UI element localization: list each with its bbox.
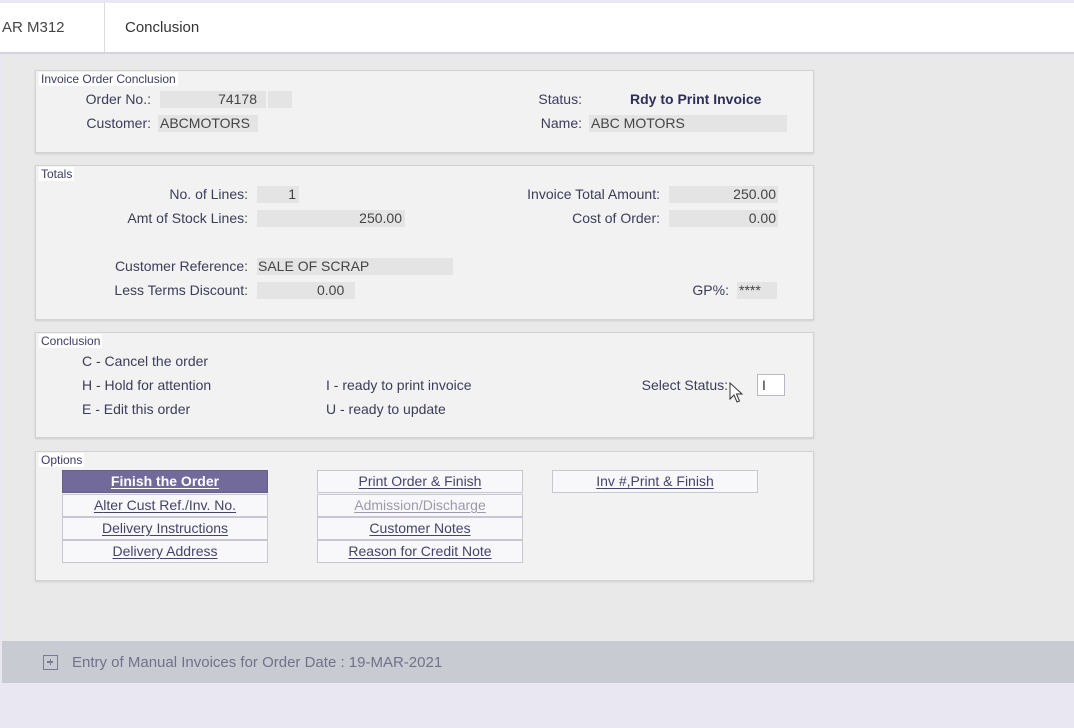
options-panel: Options Finish the Order Alter Cust Ref.… bbox=[35, 451, 814, 581]
top-bar: AR M312 Conclusion bbox=[0, 3, 1074, 54]
totals-legend: Totals bbox=[39, 167, 75, 181]
order-no-label: Order No.: bbox=[85, 91, 151, 107]
terms-discount-label: Less Terms Discount: bbox=[114, 282, 248, 298]
main-content: Invoice Order Conclusion Order No.: 7417… bbox=[2, 56, 1074, 641]
admission-discharge-button[interactable]: Admission/Discharge bbox=[317, 494, 523, 517]
customer-label: Customer: bbox=[86, 115, 151, 131]
delivery-address-button[interactable]: Delivery Address bbox=[62, 540, 268, 563]
order-no-field[interactable]: 74178 bbox=[160, 91, 266, 108]
name-field[interactable]: ABC MOTORS bbox=[589, 115, 787, 132]
customer-notes-button[interactable]: Customer Notes bbox=[317, 517, 523, 540]
gp-percent-field[interactable]: **** bbox=[737, 282, 777, 299]
cost-of-order-field[interactable]: 0.00 bbox=[669, 210, 778, 227]
totals-panel: Totals No. of Lines: 1 Amt of Stock Line… bbox=[35, 165, 814, 320]
invoice-total-field[interactable]: 250.00 bbox=[669, 186, 778, 203]
select-status-label: Select Status: bbox=[641, 377, 728, 393]
order-suffix-field[interactable] bbox=[268, 91, 292, 108]
conclusion-panel: Conclusion C - Cancel the order H - Hold… bbox=[35, 332, 814, 438]
footer-text: Entry of Manual Invoices for Order Date … bbox=[72, 653, 443, 671]
no-of-lines-label: No. of Lines: bbox=[169, 186, 248, 202]
stock-lines-label: Amt of Stock Lines: bbox=[127, 210, 248, 226]
cost-of-order-label: Cost of Order: bbox=[572, 210, 660, 226]
invoice-total-label: Invoice Total Amount: bbox=[527, 186, 660, 202]
customer-reference-label: Customer Reference: bbox=[114, 258, 248, 274]
page-title: Conclusion bbox=[125, 19, 200, 36]
conclusion-legend: Conclusion bbox=[39, 334, 103, 348]
screen-code: AR M312 bbox=[0, 3, 105, 52]
finish-order-button[interactable]: Finish the Order bbox=[62, 470, 268, 493]
stock-lines-field[interactable]: 250.00 bbox=[257, 210, 405, 227]
terms-discount-field[interactable]: 0.00 bbox=[257, 282, 355, 299]
customer-field[interactable]: ABCMOTORS bbox=[158, 115, 258, 132]
delivery-instructions-button[interactable]: Delivery Instructions bbox=[62, 517, 268, 540]
no-of-lines-field[interactable]: 1 bbox=[257, 186, 299, 203]
gp-percent-label: GP%: bbox=[692, 282, 729, 298]
customer-reference-field[interactable]: SALE OF SCRAP bbox=[257, 258, 453, 275]
invoice-order-legend: Invoice Order Conclusion bbox=[39, 72, 178, 86]
options-legend: Options bbox=[39, 453, 85, 467]
status-value: Rdy to Print Invoice bbox=[630, 91, 762, 107]
print-order-finish-button[interactable]: Print Order & Finish bbox=[317, 470, 523, 493]
status-label: Status: bbox=[538, 91, 582, 107]
inv-print-finish-button[interactable]: Inv #,Print & Finish bbox=[552, 470, 758, 493]
name-label: Name: bbox=[540, 115, 582, 131]
option-update-text: U - ready to update bbox=[326, 401, 446, 417]
option-edit-text: E - Edit this order bbox=[82, 401, 191, 417]
invoice-order-panel: Invoice Order Conclusion Order No.: 7417… bbox=[35, 70, 814, 153]
select-status-input[interactable]: I bbox=[757, 374, 785, 396]
plus-square-icon[interactable] bbox=[43, 654, 58, 670]
option-hold-text: H - Hold for attention bbox=[82, 377, 212, 393]
alter-cust-ref-button[interactable]: Alter Cust Ref./Inv. No. bbox=[62, 494, 268, 517]
option-cancel-text: C - Cancel the order bbox=[82, 353, 209, 369]
reason-credit-note-button[interactable]: Reason for Credit Note bbox=[317, 540, 523, 563]
mouse-pointer-icon bbox=[729, 382, 743, 403]
option-print-invoice-text: I - ready to print invoice bbox=[326, 377, 472, 393]
footer-bar: Entry of Manual Invoices for Order Date … bbox=[2, 641, 1074, 683]
